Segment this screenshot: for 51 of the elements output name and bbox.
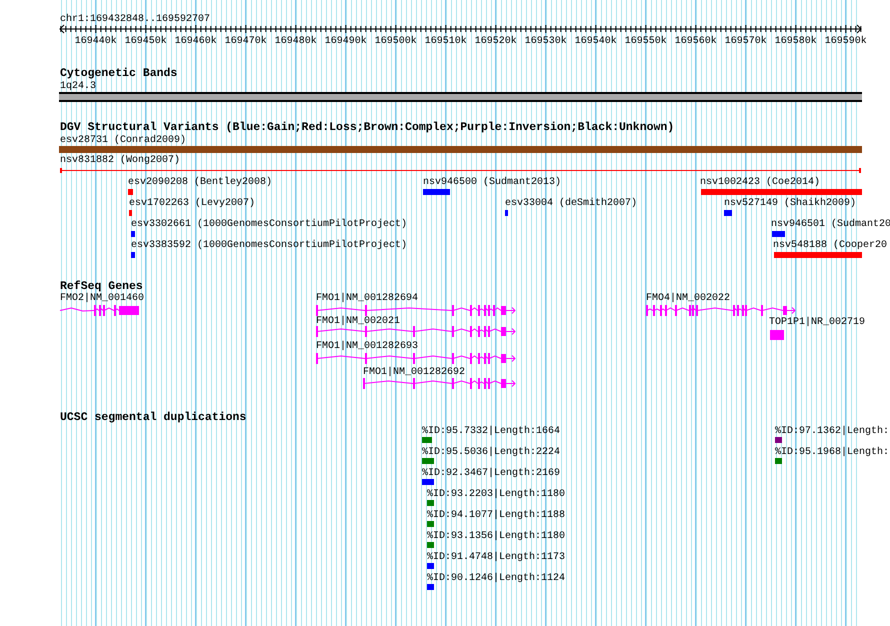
track-title: Cytogenetic Bands <box>60 68 178 80</box>
variant-label: esv33004 (deSmith2007) <box>505 198 638 209</box>
tick-label: 169490k <box>324 36 368 47</box>
duplication-label: %ID:91.4748|Length:1173 <box>427 552 566 563</box>
tick-label: 169500k <box>374 36 418 47</box>
tick-label: 169440k <box>74 36 118 47</box>
variant-label: nsv527149 (Shaikh2009) <box>724 198 856 209</box>
variant-label: esv3383592 (1000GenomesConsortiumPilotProject) <box>131 240 408 251</box>
track-title: RefSeq Genes <box>60 281 143 293</box>
variant-label: nsv946500 (Sudmant2013) <box>423 177 562 188</box>
variant-label: esv3302661 (1000GenomesConsortiumPilotProject) <box>131 219 408 230</box>
gene-label: FMO1|NM_001282694 <box>316 293 418 304</box>
gene-label: FMO4|NM_002022 <box>646 293 730 304</box>
tick-label: 169560k <box>674 36 718 47</box>
tick-label: 169470k <box>224 36 268 47</box>
variant-label: esv1702263 (Levy2007) <box>129 198 256 209</box>
gene-label: FMO1|NM_002021 <box>316 316 400 327</box>
tick-label: 169580k <box>774 36 818 47</box>
variant-label: nsv831882 (Wong2007) <box>60 155 180 166</box>
tick-label: 169590k <box>824 36 868 47</box>
duplication-label: %ID:93.2203|Length:1180 <box>427 489 566 500</box>
variant-label: esv2090208 (Bentley2008) <box>128 177 272 188</box>
variant-label: nsv548188 (Cooper20 <box>773 240 888 251</box>
gene-label: FMO2|NM_001460 <box>60 293 144 304</box>
track-title: DGV Structural Variants (Blue:Gain;Red:Loss;Brown:Complex;Purple:Inversion;Black:Unknown) <box>60 122 674 134</box>
gene-label: FMO1|NM_001282692 <box>363 367 466 378</box>
tick-label: 169520k <box>474 36 518 47</box>
duplication-label: %ID:97.1362|Length: <box>775 426 890 437</box>
tick-label: 169510k <box>424 36 468 47</box>
duplication-label: %ID:95.1968|Length: <box>775 447 890 458</box>
variant-label: esv28731 (Conrad2009) <box>60 135 186 146</box>
tick-label: 169450k <box>124 36 168 47</box>
tick-label: 169570k <box>724 36 768 47</box>
tick-label: 169550k <box>624 36 668 47</box>
duplication-label: %ID:90.1246|Length:1124 <box>427 573 566 584</box>
duplication-label: %ID:94.1077|Length:1188 <box>427 510 566 521</box>
gene-label: FMO1|NM_001282693 <box>316 341 418 352</box>
tick-label: 169480k <box>274 36 318 47</box>
gene-block-drawing <box>770 330 784 341</box>
tick-label: 169530k <box>524 36 568 47</box>
band-label: 1q24.3 <box>60 81 96 92</box>
tick-label: 169460k <box>174 36 218 47</box>
duplication-label: %ID:95.5036|Length:2224 <box>422 447 560 458</box>
duplication-label: %ID:93.1356|Length:1180 <box>427 531 566 542</box>
tick-label: 169540k <box>574 36 618 47</box>
variant-label: nsv1002423 (Coe2014) <box>700 177 820 188</box>
gene-label: TOP1P1|NR_002719 <box>769 317 866 328</box>
track-title: UCSC segmental duplications <box>60 412 246 424</box>
position-label: chr1:169432848..169592707 <box>60 14 210 25</box>
duplication-label: %ID:92.3467|Length:2169 <box>422 468 560 479</box>
duplication-label: %ID:95.7332|Length:1664 <box>422 426 560 437</box>
